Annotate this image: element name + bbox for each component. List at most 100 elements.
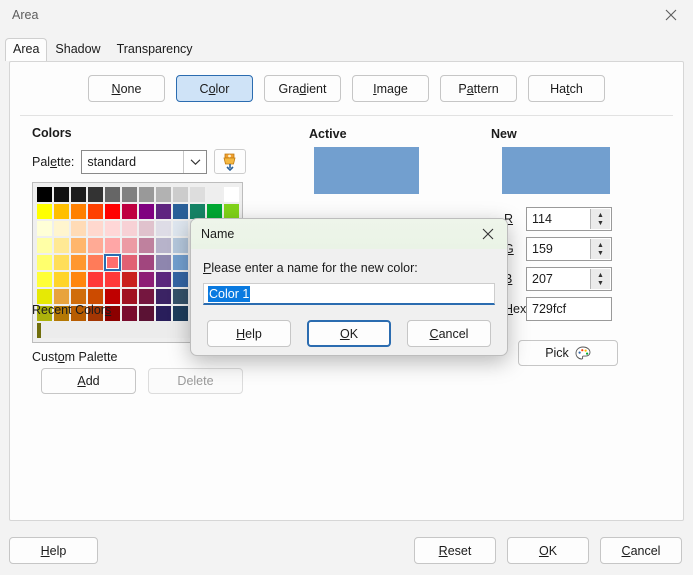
color-swatch[interactable]: [70, 271, 87, 288]
tab-shadow[interactable]: Shadow: [47, 38, 108, 61]
color-swatch[interactable]: [87, 186, 104, 203]
color-swatch[interactable]: [138, 186, 155, 203]
tab-area[interactable]: Area: [5, 38, 48, 61]
color-swatch[interactable]: [138, 305, 155, 322]
color-swatch[interactable]: [36, 271, 53, 288]
color-swatch[interactable]: [36, 237, 53, 254]
blue-stepper[interactable]: ▲ ▼: [590, 269, 610, 289]
color-swatch[interactable]: [172, 254, 189, 271]
color-swatch[interactable]: [172, 186, 189, 203]
color-swatch[interactable]: [70, 203, 87, 220]
color-swatch[interactable]: [53, 254, 70, 271]
color-swatch[interactable]: [70, 220, 87, 237]
import-palette-button[interactable]: [214, 149, 247, 174]
color-swatch[interactable]: [138, 203, 155, 220]
chevron-down-icon[interactable]: [183, 150, 206, 173]
color-swatch[interactable]: [104, 237, 121, 254]
colors-section-title: Colors: [32, 126, 72, 140]
blue-input[interactable]: 207 ▲ ▼: [526, 267, 612, 291]
color-swatch[interactable]: [172, 203, 189, 220]
color-swatch[interactable]: [53, 186, 70, 203]
fill-type-image-button[interactable]: Image: [352, 75, 429, 102]
color-swatch[interactable]: [155, 237, 172, 254]
color-swatch[interactable]: [172, 237, 189, 254]
fill-type-none-button[interactable]: None: [88, 75, 165, 102]
green-input[interactable]: 159 ▲ ▼: [526, 237, 612, 261]
color-swatch[interactable]: [104, 254, 121, 271]
color-swatch[interactable]: [87, 271, 104, 288]
color-swatch[interactable]: [121, 186, 138, 203]
color-name-input[interactable]: Color 1: [203, 283, 495, 305]
color-swatch[interactable]: [172, 271, 189, 288]
custom-palette-label: Custom Palette: [32, 350, 118, 364]
color-swatch[interactable]: [189, 186, 206, 203]
color-swatch[interactable]: [223, 186, 240, 203]
color-swatch[interactable]: [70, 254, 87, 271]
new-color-swatch: [502, 147, 610, 194]
fill-type-gradient-button[interactable]: Gradient: [264, 75, 341, 102]
color-swatch[interactable]: [172, 220, 189, 237]
color-swatch[interactable]: [155, 220, 172, 237]
color-swatch[interactable]: [87, 220, 104, 237]
name-dialog-cancel-button[interactable]: Cancel: [407, 320, 491, 347]
color-swatch[interactable]: [138, 220, 155, 237]
color-swatch[interactable]: [121, 254, 138, 271]
color-swatch[interactable]: [155, 305, 172, 322]
name-dialog-ok-button[interactable]: OK: [307, 320, 391, 347]
color-swatch[interactable]: [138, 254, 155, 271]
color-swatch[interactable]: [121, 237, 138, 254]
color-swatch[interactable]: [155, 186, 172, 203]
color-swatch[interactable]: [104, 186, 121, 203]
cancel-button[interactable]: Cancel: [600, 537, 682, 564]
red-input[interactable]: 114 ▲ ▼: [526, 207, 612, 231]
color-swatch[interactable]: [121, 305, 138, 322]
tab-transparency[interactable]: Transparency: [109, 38, 201, 61]
color-swatch[interactable]: [36, 186, 53, 203]
red-stepper[interactable]: ▲ ▼: [590, 209, 610, 229]
color-swatch[interactable]: [70, 186, 87, 203]
color-swatch[interactable]: [155, 203, 172, 220]
color-swatch[interactable]: [138, 271, 155, 288]
fill-type-color-button[interactable]: Color: [176, 75, 253, 102]
color-swatch[interactable]: [53, 271, 70, 288]
color-swatch[interactable]: [36, 220, 53, 237]
color-swatch[interactable]: [104, 203, 121, 220]
color-swatch[interactable]: [70, 237, 87, 254]
color-swatch[interactable]: [87, 254, 104, 271]
color-swatch[interactable]: [104, 220, 121, 237]
fill-type-hatch-button[interactable]: Hatch: [528, 75, 605, 102]
color-swatch[interactable]: [121, 220, 138, 237]
palette-select[interactable]: standard: [81, 149, 208, 174]
color-swatch[interactable]: [53, 203, 70, 220]
color-swatch[interactable]: [138, 288, 155, 305]
color-swatch[interactable]: [87, 237, 104, 254]
color-swatch[interactable]: [121, 203, 138, 220]
color-swatch[interactable]: [155, 271, 172, 288]
name-dialog-help-button[interactable]: Help: [207, 320, 291, 347]
color-swatch[interactable]: [172, 305, 189, 322]
color-swatch[interactable]: [87, 203, 104, 220]
color-swatch[interactable]: [121, 271, 138, 288]
ok-button[interactable]: OK: [507, 537, 589, 564]
close-icon[interactable]: [649, 0, 693, 30]
green-stepper[interactable]: ▲ ▼: [590, 239, 610, 259]
color-swatch[interactable]: [36, 203, 53, 220]
color-swatch[interactable]: [206, 186, 223, 203]
color-swatch[interactable]: [155, 288, 172, 305]
color-swatch[interactable]: [104, 271, 121, 288]
color-swatch[interactable]: [36, 254, 53, 271]
color-swatch[interactable]: [138, 237, 155, 254]
color-swatch[interactable]: [53, 237, 70, 254]
pick-color-button[interactable]: Pick: [518, 340, 618, 366]
help-button[interactable]: Help: [9, 537, 98, 564]
reset-button[interactable]: Reset: [414, 537, 496, 564]
color-swatch[interactable]: [155, 254, 172, 271]
fill-type-pattern-button[interactable]: Pattern: [440, 75, 517, 102]
color-swatch[interactable]: [53, 220, 70, 237]
close-icon[interactable]: [469, 219, 507, 249]
add-color-button[interactable]: Add: [41, 368, 136, 394]
hex-input[interactable]: 729fcf: [526, 297, 612, 321]
color-swatch[interactable]: [172, 288, 189, 305]
color-swatch[interactable]: [121, 288, 138, 305]
delete-color-button[interactable]: Delete: [148, 368, 243, 394]
